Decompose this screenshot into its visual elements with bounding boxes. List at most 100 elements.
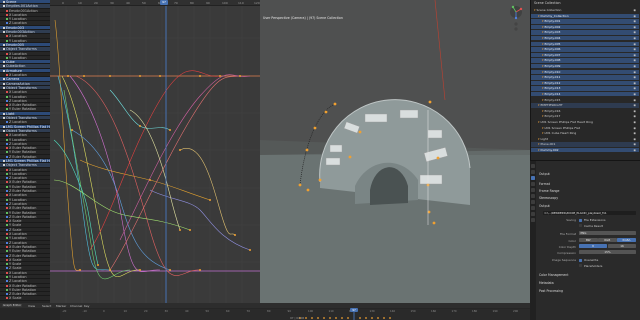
color-rgba-option[interactable]: RGBA [617, 238, 636, 243]
outliner-item[interactable]: ▾ Empty.004 ◉ [531, 36, 639, 41]
outliner-item[interactable]: ▾ Empty.010 ◉ [531, 69, 639, 74]
section-color-management[interactable]: Color Management [539, 273, 638, 278]
visibility-eye-icon[interactable]: ◉ [633, 109, 636, 113]
visibility-eye-icon[interactable]: ◉ [633, 142, 636, 146]
channel-color-swatch[interactable] [3, 82, 5, 85]
scene-tab-icon[interactable] [531, 188, 535, 192]
object-tab-icon[interactable] [531, 200, 535, 204]
timeline-menu-view[interactable]: View [28, 304, 35, 308]
channel-color-swatch[interactable] [6, 177, 8, 180]
visibility-eye-icon[interactable]: ◉ [633, 19, 636, 23]
channel-color-swatch[interactable] [6, 104, 8, 107]
channel-color-swatch[interactable] [6, 151, 8, 154]
output-tab-icon[interactable] [531, 176, 535, 180]
channel-color-swatch[interactable] [3, 86, 5, 89]
timeline-menu-key[interactable]: Key [84, 304, 89, 308]
outliner-item[interactable]: ▾ Empty.007 ◉ [531, 52, 639, 58]
outliner-item[interactable]: ▾ Empty.006 ◉ [531, 47, 639, 52]
channel-color-swatch[interactable] [6, 297, 8, 300]
outliner-item[interactable]: ▾ Empty.003 ◉ [531, 30, 639, 35]
channel-color-swatch[interactable] [6, 181, 8, 184]
outliner-item[interactable]: ▾ Empty.012 ◉ [531, 80, 639, 86]
channel-color-swatch[interactable] [6, 241, 8, 244]
color-bw-option[interactable]: BW [579, 238, 598, 243]
channel-color-swatch[interactable] [6, 280, 8, 283]
world-tab-icon[interactable] [531, 194, 535, 198]
visibility-eye-icon[interactable]: ◉ [633, 86, 636, 90]
graph-channel-list[interactable]: Scene Empties.001Action Empty.001Action X L… [0, 0, 50, 303]
channel-color-swatch[interactable] [6, 215, 8, 218]
channel-color-swatch[interactable] [6, 293, 8, 296]
visibility-eye-icon[interactable]: ◉ [633, 148, 636, 152]
section-frame-range[interactable]: Frame Range [539, 189, 638, 194]
outliner-item[interactable]: ▾ Empty.005 ◉ [531, 41, 639, 46]
visibility-eye-icon[interactable]: ◉ [633, 58, 636, 62]
channel-color-swatch[interactable] [6, 233, 8, 236]
channel-color-swatch[interactable] [3, 159, 5, 162]
render-tab-icon[interactable] [531, 170, 535, 174]
visibility-eye-icon[interactable]: ◉ [633, 126, 636, 130]
visibility-eye-icon[interactable]: ◉ [633, 36, 636, 40]
channel-color-swatch[interactable] [3, 69, 5, 72]
visibility-eye-icon[interactable]: ◉ [633, 30, 636, 34]
channel-color-swatch[interactable] [6, 190, 8, 193]
channel-color-swatch[interactable] [3, 164, 5, 167]
tool-tab-icon[interactable] [531, 164, 535, 168]
outliner-item[interactable]: ▾ Empty.009 ◉ [531, 64, 639, 69]
outliner-item[interactable]: ▾ Empty.001 ◉ [531, 19, 639, 24]
channel-color-swatch[interactable] [6, 52, 8, 55]
channel-color-swatch[interactable] [6, 237, 8, 240]
channel-color-swatch[interactable] [6, 224, 8, 227]
outliner-item[interactable]: ▾ Empty.008 ◉ [531, 58, 639, 63]
section-post-processing[interactable]: Post Processing [539, 289, 638, 294]
channel-color-swatch[interactable] [6, 168, 8, 171]
visibility-eye-icon[interactable]: ◉ [633, 53, 636, 57]
visibility-eye-icon[interactable]: ◉ [633, 64, 636, 68]
file-extensions-checkbox[interactable] [579, 218, 582, 222]
section-output[interactable]: Output [539, 204, 638, 209]
channel-color-swatch[interactable] [6, 207, 8, 210]
channel-color-swatch[interactable] [6, 172, 8, 175]
navigation-gizmo[interactable] [505, 4, 527, 34]
channel-color-swatch[interactable] [6, 263, 8, 266]
channel-color-swatch[interactable] [6, 99, 8, 102]
outliner-item[interactable]: ▾ Empty.014 ◉ [531, 92, 639, 97]
channel-color-swatch[interactable] [6, 250, 8, 253]
editor-type-dropdown[interactable]: Graph Editor [2, 303, 22, 308]
outliner-item[interactable]: ▾ Empty.016 ◉ [531, 109, 639, 113]
channel-color-swatch[interactable] [6, 9, 8, 12]
channel-color-swatch[interactable] [3, 125, 5, 128]
channel-color-swatch[interactable] [6, 202, 8, 205]
modifier-tab-icon[interactable] [531, 206, 535, 210]
visibility-eye-icon[interactable]: ◉ [633, 131, 636, 135]
channel-color-swatch[interactable] [6, 194, 8, 197]
outliner-item[interactable]: ▾ LM1 Screen Phillips Flat Heart Ring ◉ [531, 120, 639, 124]
channel-color-swatch[interactable] [6, 220, 8, 223]
channel-color-swatch[interactable] [3, 112, 5, 115]
channel-color-swatch[interactable] [6, 185, 8, 188]
channel-color-swatch[interactable] [6, 155, 8, 158]
visibility-eye-icon[interactable]: ◉ [633, 137, 636, 141]
channel-color-swatch[interactable] [6, 35, 8, 38]
timeline-current-frame[interactable]: 97 [350, 308, 358, 312]
graph-frame-indicator[interactable]: 97 [160, 0, 168, 5]
channel-row[interactable]: X Scale [0, 296, 50, 301]
visibility-eye-icon[interactable]: ◉ [633, 8, 636, 12]
channel-color-swatch[interactable] [6, 198, 8, 201]
timeline-menu-select[interactable]: Select [42, 304, 51, 308]
visibility-eye-icon[interactable]: ◉ [633, 98, 636, 102]
graph-editor-canvas[interactable] [50, 0, 260, 303]
outliner-item[interactable]: ▾ EMPTIESRIGHT ◉ [531, 103, 639, 108]
channel-color-swatch[interactable] [6, 276, 8, 278]
channel-color-swatch[interactable] [3, 78, 5, 81]
visibility-eye-icon[interactable]: ◉ [633, 14, 636, 18]
channel-color-swatch[interactable] [3, 31, 5, 34]
channel-color-swatch[interactable] [6, 95, 8, 98]
outliner-item[interactable]: ▾ LM1 Screen Phillips Flat ◉ [531, 126, 639, 130]
channel-color-swatch[interactable] [6, 39, 8, 42]
channel-color-swatch[interactable] [3, 129, 5, 132]
channel-color-swatch[interactable] [6, 142, 8, 145]
visibility-eye-icon[interactable]: ◉ [633, 75, 636, 79]
visibility-eye-icon[interactable]: ◉ [633, 120, 636, 124]
channel-color-swatch[interactable] [6, 74, 8, 77]
